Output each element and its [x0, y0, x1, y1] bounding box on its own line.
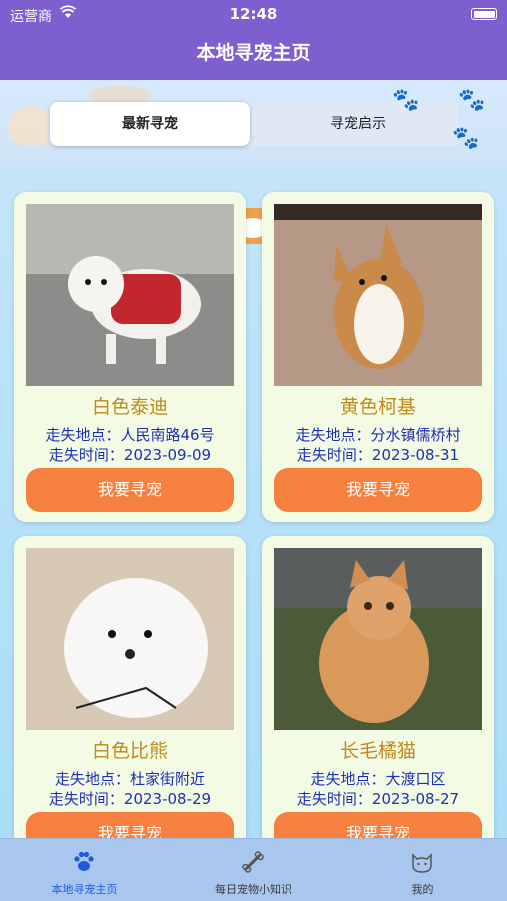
bottom-tab-bar: 本地寻宠主页 每日宠物小知识 我的 [0, 838, 507, 901]
tabbar-label: 本地寻宠主页 [51, 883, 118, 896]
status-bar: 运营商 12:48 [0, 0, 507, 30]
tab-notices[interactable]: 寻宠启示 [258, 102, 458, 146]
cat-face-icon [412, 853, 432, 873]
pet-card[interactable]: 白色比熊 走失地点：杜家街附近 走失时间：2023-08-29 我要寻宠 [14, 536, 246, 838]
pet-photo [274, 548, 482, 730]
pet-card[interactable]: 白色泰迪 走失地点：人民南路46号 走失时间：2023-09-09 我要寻宠 [14, 192, 246, 522]
pet-name: 白色比熊 [91, 740, 168, 762]
lost-location: 走失地点：分水镇儒桥村 [295, 426, 461, 444]
pet-name: 黄色柯基 [339, 396, 416, 418]
paw-icon: 🐾 [458, 88, 486, 113]
paw-icon: 🐾 [452, 126, 480, 151]
clock: 12:48 [229, 5, 278, 23]
tabbar-label: 我的 [411, 883, 434, 896]
tab-latest[interactable]: 最新寻宠 [50, 102, 250, 146]
lost-location: 走失地点：人民南路46号 [45, 426, 215, 444]
pet-photo [26, 204, 234, 386]
lost-time: 走失时间：2023-09-09 [48, 446, 212, 464]
paw-icon: 🐾 [392, 88, 420, 113]
tabbar-item-home[interactable]: 本地寻宠主页 [0, 839, 169, 901]
pet-card[interactable]: 长毛橘猫 走失地点：大渡口区 走失时间：2023-08-27 我要寻宠 [262, 536, 494, 838]
battery-icon [471, 8, 497, 20]
lost-time: 走失时间：2023-08-29 [48, 790, 212, 808]
seek-pet-button[interactable]: 我要寻宠 [26, 468, 234, 512]
segment-header: 最新寻宠 寻宠启示 🐾 🐾 🐾 [0, 80, 507, 244]
seek-pet-button[interactable]: 我要寻宠 [26, 812, 234, 838]
pet-name: 长毛橘猫 [339, 740, 416, 762]
nav-title: 本地寻宠主页 [0, 30, 507, 80]
pet-photo [26, 548, 234, 730]
lost-time: 走失时间：2023-08-27 [296, 790, 460, 808]
lost-location: 走失地点：杜家街附近 [54, 770, 205, 788]
tabbar-item-profile[interactable]: 我的 [338, 839, 507, 901]
seek-pet-button[interactable]: 我要寻宠 [274, 468, 482, 512]
tabbar-item-knowledge[interactable]: 每日宠物小知识 [169, 839, 338, 901]
pet-grid: 白色泰迪 走失地点：人民南路46号 走失时间：2023-09-09 我要寻宠 黄… [0, 166, 507, 838]
paw-icon [74, 851, 94, 871]
bone-icon [242, 851, 264, 873]
lost-location: 走失地点：大渡口区 [310, 770, 446, 788]
pet-photo [274, 204, 482, 386]
seek-pet-button[interactable]: 我要寻宠 [274, 812, 482, 838]
pet-name: 白色泰迪 [91, 396, 168, 418]
lost-time: 走失时间：2023-08-31 [296, 446, 460, 464]
pet-card[interactable]: 黄色柯基 走失地点：分水镇儒桥村 走失时间：2023-08-31 我要寻宠 [262, 192, 494, 522]
tabbar-label: 每日宠物小知识 [215, 883, 292, 896]
